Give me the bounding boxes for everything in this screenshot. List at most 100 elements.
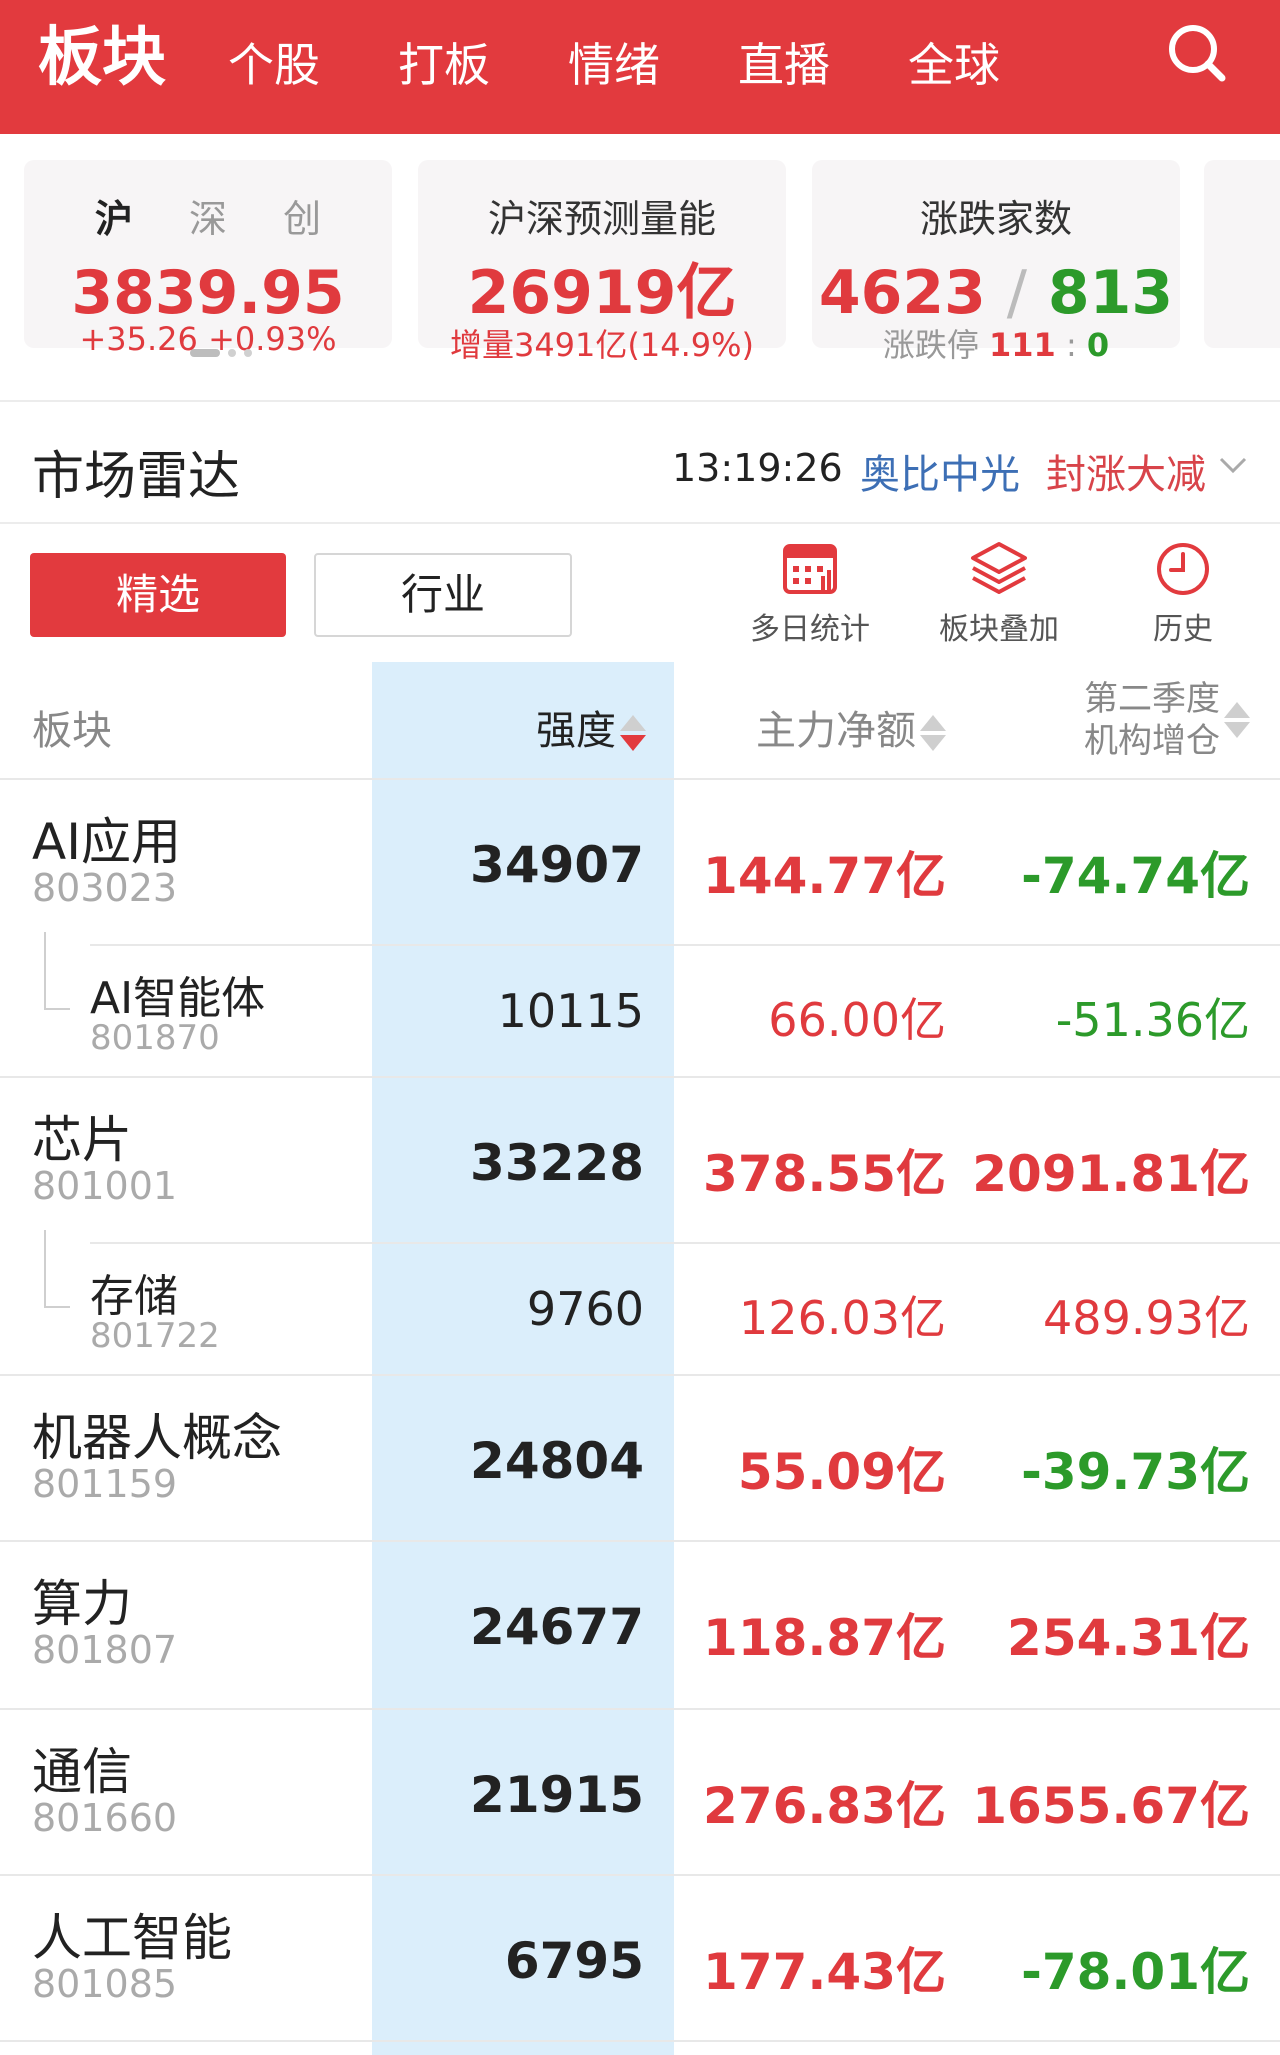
pager-dots	[190, 342, 260, 361]
history-button[interactable]: 历史	[1108, 540, 1258, 648]
industry-filter-button[interactable]: 行业	[314, 553, 572, 637]
table-row[interactable]: 算力 801807 24677 118.87亿 254.31亿	[0, 1542, 1280, 1710]
nav-tab-sector[interactable]: 板块	[38, 22, 166, 94]
sector-name: 芯片	[32, 1111, 132, 1169]
next-card-peek[interactable]	[1204, 160, 1280, 348]
tab-cy[interactable]: 创	[283, 188, 321, 243]
tab-sz[interactable]: 深	[189, 188, 227, 243]
net-inflow-value: 144.77亿	[703, 847, 946, 905]
limit-label: 涨跌停	[882, 326, 979, 364]
radar-stock-link[interactable]: 奥比中光	[860, 442, 1020, 500]
nav-tab-stocks[interactable]: 个股	[228, 40, 320, 90]
sector-overlay-label: 板块叠加	[939, 612, 1059, 647]
strength-value: 6795	[504, 1932, 644, 1990]
inst-increase-value: -51.36亿	[1055, 993, 1250, 1047]
limit-sep: :	[1065, 326, 1077, 364]
index-tabs: 沪 深 创	[24, 188, 392, 243]
sector-code: 801085	[32, 1962, 178, 2006]
sort-icon	[920, 713, 946, 753]
sector-name: 通信	[32, 1743, 132, 1801]
market-radar-title: 市场雷达	[32, 447, 241, 507]
table-row[interactable]: 存储 801722 9760 126.03亿 489.93亿	[0, 1230, 1280, 1376]
volume-forecast-sub: 增量3491亿(14.9%)	[449, 326, 755, 364]
net-inflow-value: 276.83亿	[703, 1777, 946, 1835]
inst-increase-value: -74.74亿	[1021, 847, 1250, 905]
net-inflow-value: 177.43亿	[703, 1943, 946, 2001]
sector-overlay-button[interactable]: 板块叠加	[924, 540, 1074, 648]
sector-name: AI智能体	[90, 973, 266, 1024]
advance-count: 4623	[818, 258, 986, 328]
clock-icon	[1157, 543, 1209, 595]
nav-tab-limit-up[interactable]: 打板	[398, 40, 490, 90]
col-net-inflow-label: 主力净额	[756, 708, 916, 754]
col-inst-line1: 第二季度	[1084, 679, 1220, 719]
advance-decline-card[interactable]: 涨跌家数 4623 / 813 涨跌停 111 : 0	[812, 160, 1180, 364]
chevron-down-icon[interactable]	[1218, 450, 1248, 480]
index-card[interactable]: 沪 深 创 3839.95 +35.26 +0.93%	[24, 160, 392, 358]
strength-value: 33228	[470, 1134, 644, 1192]
col-strength-label: 强度	[536, 708, 616, 754]
volume-forecast-value: 26919亿	[467, 258, 737, 328]
sector-name: 人工智能	[32, 1909, 232, 1967]
sort-desc-icon	[620, 713, 646, 753]
sector-code: 801870	[90, 1018, 220, 1058]
tree-connector	[44, 1230, 70, 1308]
inst-increase-value: -39.73亿	[1021, 1443, 1250, 1501]
inst-increase-value: 254.31亿	[1007, 1609, 1250, 1667]
net-inflow-value: 378.55亿	[703, 1145, 946, 1203]
sort-icon	[1224, 700, 1250, 740]
col-net-inflow[interactable]: 主力净额	[756, 698, 946, 756]
index-cards: 沪 深 创 3839.95 +35.26 +0.93% 沪深预测量能 26919…	[0, 134, 1280, 402]
featured-filter-button[interactable]: 精选	[30, 553, 286, 637]
advance-decline-title: 涨跌家数	[919, 197, 1072, 241]
index-value: 3839.95	[71, 258, 345, 328]
market-radar-header: 市场雷达 13:19:26 奥比中光 封涨大减	[0, 402, 1280, 524]
col-inst-increase[interactable]: 第二季度 机构增仓	[1084, 678, 1250, 762]
limit-stats: 涨跌停 111 : 0	[812, 320, 1180, 366]
net-inflow-value: 118.87亿	[703, 1609, 946, 1667]
tab-sh[interactable]: 沪	[95, 188, 133, 243]
strength-value: 21915	[470, 1766, 644, 1824]
table-header: 板块 强度 主力净额 第二季度 机构增仓	[0, 662, 1280, 780]
col-strength[interactable]: 强度	[536, 698, 646, 756]
table-row[interactable]: 机器人概念 801159 24804 55.09亿 -39.73亿	[0, 1376, 1280, 1542]
strength-value: 24804	[470, 1432, 644, 1490]
volume-forecast-title: 沪深预测量能	[487, 197, 716, 241]
strength-value: 10115	[497, 984, 644, 1038]
nav-tab-global[interactable]: 全球	[908, 40, 1000, 90]
net-inflow-value: 66.00亿	[768, 993, 946, 1047]
table-row[interactable]: 人工智能 801085 6795 177.43亿 -78.01亿	[0, 1876, 1280, 2042]
volume-forecast-card[interactable]: 沪深预测量能 26919亿 增量3491亿(14.9%)	[418, 160, 786, 364]
strength-value: 9760	[526, 1282, 644, 1336]
sector-code: 801159	[32, 1462, 178, 1506]
sector-code: 801807	[32, 1628, 178, 1672]
limit-up-count: 111	[989, 326, 1056, 364]
layers-icon	[971, 542, 1027, 594]
nav-tab-sentiment[interactable]: 情绪	[568, 40, 660, 90]
strength-value: 24677	[470, 1598, 644, 1656]
table-row[interactable]: AI智能体 801870 10115 66.00亿 -51.36亿	[0, 932, 1280, 1078]
advance-decline-sep: /	[1006, 258, 1027, 328]
history-label: 历史	[1153, 612, 1213, 647]
table-row[interactable]: 芯片 801001 33228 378.55亿 2091.81亿	[0, 1078, 1280, 1244]
multi-day-stats-button[interactable]: 多日统计	[735, 540, 885, 648]
inst-increase-value: 1655.67亿	[972, 1777, 1250, 1835]
inst-increase-value: 2091.81亿	[972, 1145, 1250, 1203]
table-row[interactable]: 通信 801660 21915 276.83亿 1655.67亿	[0, 1710, 1280, 1876]
radar-time: 13:19:26	[672, 446, 843, 490]
sector-name: AI应用	[32, 813, 181, 871]
decline-count: 813	[1047, 258, 1174, 328]
net-inflow-value: 126.03亿	[739, 1291, 946, 1345]
advance-decline-value: 4623 / 813	[812, 258, 1180, 328]
radar-event-link[interactable]: 封涨大减	[1046, 442, 1206, 500]
col-sector: 板块	[32, 708, 112, 754]
index-change-abs: +35.26	[79, 320, 198, 358]
nav-tab-live[interactable]: 直播	[738, 40, 830, 90]
sector-name: 存储	[90, 1271, 178, 1322]
sector-code: 801660	[32, 1796, 178, 1840]
table-row[interactable]: AI应用 803023 34907 144.77亿 -74.74亿	[0, 780, 1280, 946]
sector-code: 801001	[32, 1164, 178, 1208]
sector-code: 803023	[32, 866, 178, 910]
top-nav: 板块 个股 打板 情绪 直播 全球	[0, 0, 1280, 134]
search-icon[interactable]	[1166, 22, 1228, 84]
